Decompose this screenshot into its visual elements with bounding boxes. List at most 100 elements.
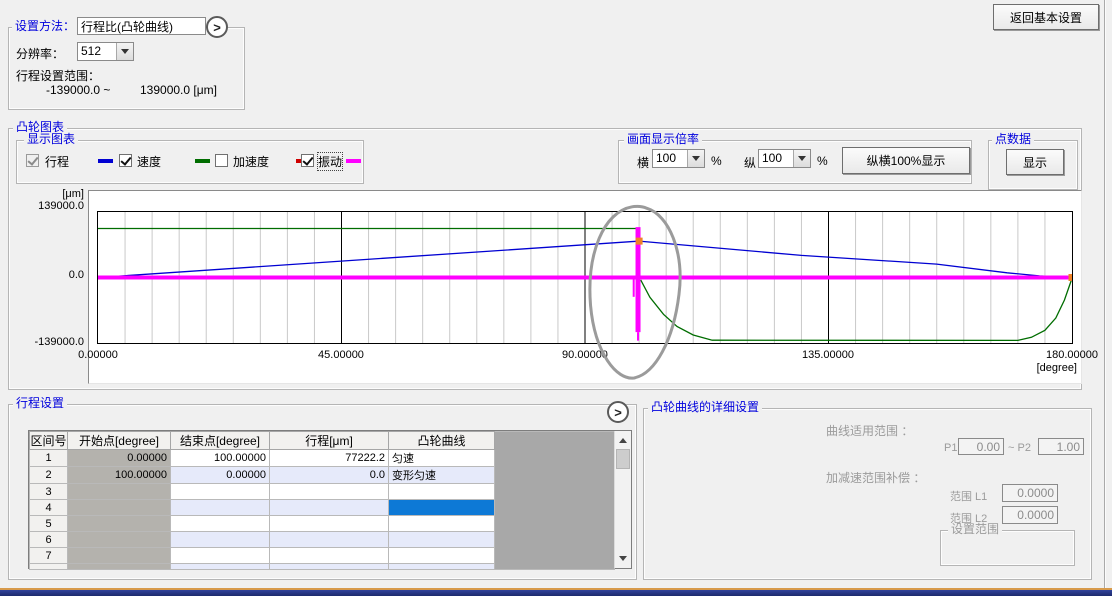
cam-curve-cell[interactable]: 匀速 (389, 450, 495, 467)
acceleration-checkbox-label: 加速度 (233, 153, 269, 170)
range-l1-label: 范围 L1 (950, 488, 987, 504)
horizontal-zoom-select[interactable]: 100 (652, 149, 705, 168)
method-panel-title: 设置方法： (12, 20, 78, 33)
horizontal-zoom-value: 100 (653, 150, 687, 167)
header-stroke: 行程[μm] (270, 432, 389, 450)
stroke-cell[interactable]: 0.0 (270, 467, 389, 484)
setting-method-field[interactable]: 行程比(凸轮曲线) (77, 17, 206, 35)
cam-chart-plot-area (97, 211, 1073, 344)
start-point-cell (68, 500, 171, 516)
chevron-down-icon[interactable] (687, 150, 704, 167)
row-number-cell[interactable]: 2 (30, 467, 68, 484)
stroke-range-min: -139000.0 ~ (46, 83, 110, 97)
row-number-cell[interactable]: 4 (30, 500, 68, 516)
chevron-right-icon: > (614, 405, 622, 420)
p1-label: P1 (944, 442, 957, 454)
speed-checkbox-label: 速度 (137, 153, 161, 170)
chevron-right-icon: > (213, 20, 221, 35)
horizontal-zoom-label: 横 (637, 154, 649, 171)
horizontal-zoom-unit: % (711, 154, 722, 168)
back-to-basic-settings-button[interactable]: 返回基本设置 (993, 4, 1099, 30)
curve-range-label: 曲线适用范围 ： (826, 422, 913, 439)
stroke-cell[interactable] (270, 500, 389, 516)
scroll-down-icon[interactable] (616, 551, 630, 565)
speed-checkbox[interactable] (119, 154, 132, 167)
table-filler-area (495, 432, 615, 570)
vibration-color-swatch (346, 159, 361, 163)
vertical-zoom-label: 纵 (744, 154, 756, 171)
table-header-row: 区间号 开始点[degree] 结束点[degree] 行程[μm] 凸轮曲线 (30, 432, 615, 450)
display-chart-title: 显示图表 (24, 133, 78, 146)
chevron-down-icon[interactable] (116, 43, 133, 60)
stroke-color-swatch (98, 159, 113, 163)
start-point-cell: 0.00000 (68, 450, 171, 467)
end-point-cell[interactable] (171, 548, 270, 564)
point-data-show-button[interactable]: 显示 (1006, 149, 1064, 175)
resolution-label: 分辨率： (16, 45, 64, 62)
scrollbar-thumb[interactable] (616, 449, 630, 469)
end-point-cell[interactable] (171, 532, 270, 548)
p2-field: 1.00 (1038, 438, 1084, 455)
fit-100-percent-button[interactable]: 纵横100%显示 (842, 147, 970, 174)
cam-chart-canvas (98, 212, 1072, 343)
cam-curve-cell[interactable] (389, 484, 495, 500)
stroke-cell[interactable] (270, 548, 389, 564)
stroke-cell[interactable] (270, 516, 389, 532)
stroke-cell[interactable]: 77222.2 (270, 450, 389, 467)
p1-field: 0.00 (958, 438, 1004, 455)
acceleration-checkbox[interactable] (215, 154, 228, 167)
header-start-point: 开始点[degree] (68, 432, 171, 450)
row-number-cell[interactable]: 5 (30, 516, 68, 532)
end-point-cell[interactable]: 0.00000 (171, 467, 270, 484)
vibration-checkbox[interactable] (301, 154, 314, 167)
y-axis-min-label: -139000.0 (6, 336, 84, 348)
window-bottom-edge (0, 588, 1112, 596)
vertical-zoom-select[interactable]: 100 (758, 149, 811, 168)
speed-color-swatch (195, 159, 210, 163)
end-point-cell[interactable] (171, 484, 270, 500)
range-l1-field: 0.0000 (1002, 484, 1058, 502)
stroke-table: 区间号 开始点[degree] 结束点[degree] 行程[μm] 凸轮曲线 … (29, 431, 615, 570)
end-point-cell[interactable] (171, 516, 270, 532)
resolution-select[interactable]: 512 (77, 42, 134, 61)
cam-curve-cell[interactable]: 变形匀速 (389, 467, 495, 484)
cam-curve-cell[interactable] (389, 548, 495, 564)
header-section-no: 区间号 (30, 432, 68, 450)
stroke-cell[interactable] (270, 484, 389, 500)
cam-curve-cell[interactable] (389, 532, 495, 548)
stroke-cell[interactable] (270, 532, 389, 548)
x-tick-135: 135.00000 (783, 349, 873, 361)
stroke-checkbox (26, 154, 39, 167)
end-point-cell[interactable] (171, 500, 270, 516)
x-axis-unit: [degree] (987, 362, 1077, 374)
row-number-cell[interactable]: 1 (30, 450, 68, 467)
stroke-settings-expand-button[interactable]: > (607, 401, 629, 423)
chevron-down-icon[interactable] (793, 150, 810, 167)
cam-curve-cell[interactable] (389, 516, 495, 532)
start-point-cell: 100.00000 (68, 467, 171, 484)
cam-curve-setting-window: 返回基本设置 设置方法： 行程比(凸轮曲线) > 分辨率： 512 行程设置范围… (0, 0, 1112, 596)
row-number-cell[interactable]: 3 (30, 484, 68, 500)
stroke-settings-table: 区间号 开始点[degree] 结束点[degree] 行程[μm] 凸轮曲线 … (28, 430, 632, 569)
cam-curve-cell-selected[interactable] (389, 500, 495, 516)
method-expand-button[interactable]: > (206, 16, 228, 38)
vertical-zoom-unit: % (817, 154, 828, 168)
row-number-cell[interactable]: 6 (30, 532, 68, 548)
x-tick-0: 0.00000 (53, 349, 143, 361)
row-number-cell[interactable]: 7 (30, 548, 68, 564)
x-tick-45: 45.00000 (296, 349, 386, 361)
y-axis-max-label: 139000.0 (6, 200, 84, 212)
zoom-group-title: 画面显示倍率 (624, 133, 702, 146)
stroke-range-max: 139000.0 [μm] (140, 83, 217, 97)
scroll-up-icon[interactable] (616, 433, 630, 447)
end-point-cell[interactable]: 100.00000 (171, 450, 270, 467)
start-point-cell (68, 516, 171, 532)
x-tick-90: 90.00000 (540, 349, 630, 361)
vibration-checkbox-label: 振动 (318, 153, 342, 170)
x-tick-180: 180.00000 (1027, 349, 1112, 361)
table-vertical-scrollbar[interactable] (614, 431, 631, 568)
range-l2-field: 0.0000 (1002, 506, 1058, 524)
accel-comp-label: 加减速范围补偿 ： (826, 469, 925, 486)
stroke-range-label: 行程设置范围： (16, 67, 100, 84)
vertical-zoom-value: 100 (759, 150, 793, 167)
